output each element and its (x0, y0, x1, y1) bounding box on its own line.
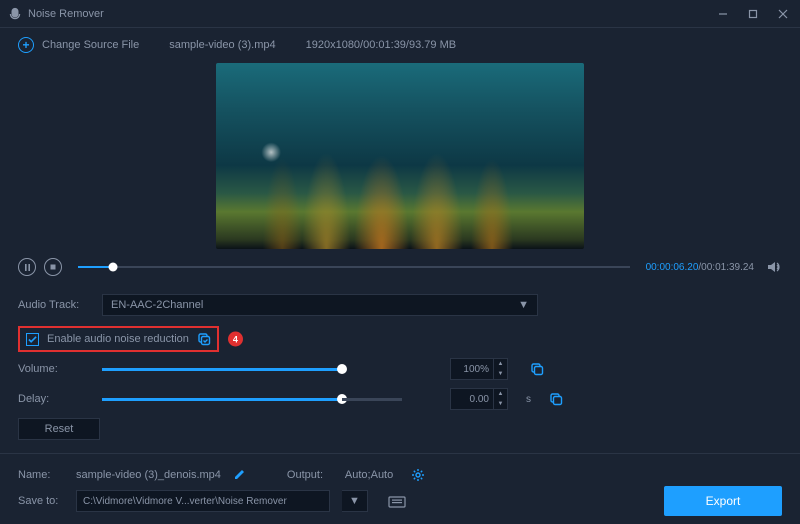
file-info-label: 1920x1080/00:01:39/93.79 MB (306, 39, 456, 51)
output-settings-icon[interactable] (411, 468, 425, 482)
app-icon (8, 7, 22, 21)
playback-bar: 00:00:06.20/00:01:39.24 (18, 254, 782, 280)
audio-track-select[interactable]: EN-AAC-2Channel ▼ (102, 294, 538, 316)
volume-up[interactable]: ▲ (494, 359, 507, 369)
preview-frame[interactable] (216, 63, 584, 249)
volume-apply-all-icon[interactable] (530, 362, 544, 376)
chevron-down-icon: ▼ (518, 299, 529, 311)
delay-up[interactable]: ▲ (494, 389, 507, 399)
volume-label: Volume: (18, 363, 90, 375)
saveto-path-input[interactable]: C:\Vidmore\Vidmore V...verter\Noise Remo… (76, 490, 330, 512)
controls-panel: Audio Track: EN-AAC-2Channel ▼ Enable au… (0, 290, 800, 440)
stop-button[interactable] (44, 258, 62, 276)
pause-button[interactable] (18, 258, 36, 276)
minimize-button[interactable] (714, 5, 732, 23)
title-bar: Noise Remover (0, 0, 800, 28)
plus-icon: + (18, 37, 34, 53)
output-label: Output: (287, 469, 333, 481)
name-value: sample-video (3)_denois.mp4 (76, 469, 221, 481)
apply-all-icon[interactable] (197, 332, 211, 346)
timeline-thumb[interactable] (108, 263, 117, 272)
export-button[interactable]: Export (664, 486, 782, 516)
open-folder-icon[interactable] (388, 494, 406, 508)
reset-button[interactable]: Reset (18, 418, 100, 440)
saveto-dropdown[interactable]: ▼ (342, 490, 368, 512)
delay-label: Delay: (18, 393, 90, 405)
delay-down[interactable]: ▼ (494, 399, 507, 409)
video-preview (18, 62, 782, 250)
name-label: Name: (18, 469, 64, 481)
output-value: Auto;Auto (345, 469, 393, 481)
delay-apply-all-icon[interactable] (549, 392, 563, 406)
bottom-panel: Name: sample-video (3)_denois.mp4 Output… (0, 453, 800, 524)
edit-name-icon[interactable] (233, 469, 245, 481)
delay-input[interactable]: 0.00 ▲▼ (450, 388, 508, 410)
app-title: Noise Remover (28, 8, 104, 20)
delay-thumb[interactable] (337, 394, 347, 404)
change-source-label: Change Source File (42, 39, 139, 51)
volume-down[interactable]: ▼ (494, 369, 507, 379)
total-time: /00:01:39.24 (698, 262, 754, 273)
saveto-label: Save to: (18, 495, 64, 507)
noise-reduction-label: Enable audio noise reduction (47, 333, 189, 345)
current-time: 00:00:06.20 (646, 262, 699, 273)
change-source-button[interactable]: + Change Source File (18, 37, 139, 53)
timeline-slider[interactable] (78, 266, 630, 268)
volume-slider[interactable] (102, 368, 342, 371)
delay-slider[interactable] (102, 398, 342, 401)
toolbar: + Change Source File sample-video (3).mp… (0, 28, 800, 62)
annotation-badge: 4 (228, 332, 243, 347)
audio-track-label: Audio Track: (18, 299, 90, 311)
volume-thumb[interactable] (337, 364, 347, 374)
volume-icon[interactable] (766, 259, 782, 275)
volume-input[interactable]: 100% ▲▼ (450, 358, 508, 380)
noise-reduction-highlight: Enable audio noise reduction 4 (18, 326, 219, 352)
filename-label: sample-video (3).mp4 (169, 39, 275, 51)
close-button[interactable] (774, 5, 792, 23)
delay-value: 0.00 (451, 394, 493, 405)
delay-unit: s (526, 394, 531, 405)
noise-reduction-checkbox[interactable] (26, 333, 39, 346)
maximize-button[interactable] (744, 5, 762, 23)
volume-value: 100% (451, 364, 493, 375)
audio-track-value: EN-AAC-2Channel (111, 299, 203, 311)
